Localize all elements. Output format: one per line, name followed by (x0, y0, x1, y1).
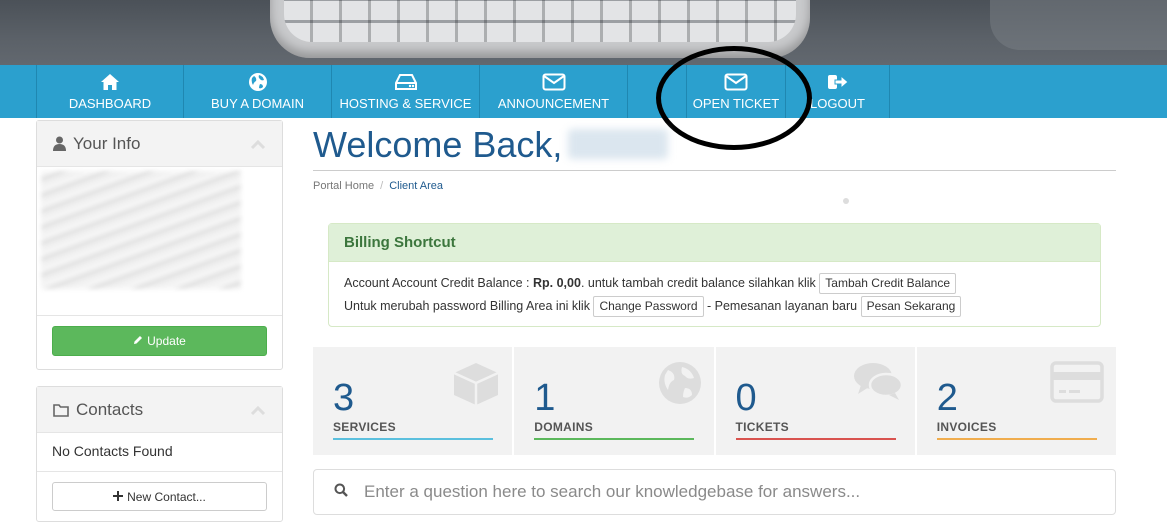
client-details-blurred (41, 171, 241, 289)
panel-title: Your Info (73, 133, 141, 153)
cube-icon (452, 361, 500, 412)
comments-icon (853, 361, 903, 406)
chevron-up-icon[interactable] (250, 405, 266, 415)
your-info-panel: Your Info Update (36, 120, 283, 370)
globe-icon (658, 361, 702, 410)
contacts-header[interactable]: Contacts (37, 387, 282, 433)
change-password-button[interactable]: Change Password (593, 296, 704, 318)
sign-out-icon (827, 71, 849, 93)
your-info-header[interactable]: Your Info (37, 121, 282, 167)
nav-label: LOGOUT (810, 96, 865, 111)
new-contact-button[interactable]: New Contact... (52, 482, 267, 511)
nav-label: ANNOUNCEMENT (497, 96, 610, 111)
add-credit-button[interactable]: Tambah Credit Balance (819, 273, 957, 295)
credit-card-icon (1050, 361, 1104, 408)
main-nav: DASHBOARD BUY A DOMAIN HOSTING & SERVICE… (0, 65, 1167, 118)
nav-label: OPEN TICKET (692, 96, 780, 111)
nav-label: DASHBOARD (68, 96, 152, 111)
stat-bar (333, 438, 493, 440)
folder-icon (53, 403, 69, 417)
search-input[interactable] (364, 482, 1084, 502)
nav-label: HOSTING & SERVICE (339, 96, 472, 111)
update-button[interactable]: Update (52, 326, 267, 356)
stats-tiles: 3 SERVICES 1 DOMAINS 0 TICKETS 2 INVOICE… (313, 347, 1116, 455)
home-icon (100, 71, 120, 93)
contacts-panel: Contacts No Contacts Found New Contact..… (36, 386, 283, 522)
nav-empty-slot[interactable] (628, 65, 687, 118)
hdd-icon (394, 71, 417, 93)
billing-body: Account Account Credit Balance : Rp. 0,0… (329, 262, 1100, 318)
knowledgebase-search (313, 469, 1116, 515)
header-banner (0, 0, 1167, 65)
chevron-up-icon[interactable] (250, 139, 266, 149)
nav-logout[interactable]: LOGOUT (786, 65, 890, 118)
user-icon (53, 136, 66, 151)
stat-domains[interactable]: 1 DOMAINS (514, 347, 716, 455)
stat-invoices[interactable]: 2 INVOICES (916, 347, 1116, 455)
page-title: Welcome Back, (313, 124, 669, 166)
plus-icon (113, 490, 124, 504)
panel-title: Contacts (76, 399, 144, 419)
billing-title: Billing Shortcut (329, 224, 1100, 262)
nav-label: BUY A DOMAIN (211, 96, 304, 111)
nav-buy-domain[interactable]: BUY A DOMAIN (184, 65, 332, 118)
stat-services[interactable]: 3 SERVICES (313, 347, 515, 455)
globe-icon (248, 71, 268, 93)
keyboard-image (270, 0, 810, 58)
client-name-blurred (568, 129, 669, 159)
no-contacts-text: No Contacts Found (52, 443, 173, 459)
pencil-icon (133, 334, 143, 348)
search-icon (334, 483, 348, 502)
nav-dashboard[interactable]: DASHBOARD (37, 65, 184, 118)
credit-balance: Rp. 0,00 (533, 276, 581, 290)
envelope-icon (724, 71, 748, 93)
breadcrumb: Portal Home / Client Area (313, 180, 444, 192)
nav-open-ticket[interactable]: OPEN TICKET (687, 65, 786, 118)
stat-bar (936, 438, 1097, 440)
breadcrumb-home[interactable]: Portal Home (313, 180, 374, 192)
nav-hosting-service[interactable]: HOSTING & SERVICE (332, 65, 480, 118)
stat-bar (534, 438, 695, 440)
stat-tickets[interactable]: 0 TICKETS (715, 347, 917, 455)
stat-bar (735, 438, 896, 440)
billing-shortcut-panel: Billing Shortcut Account Account Credit … (328, 223, 1101, 327)
order-now-button[interactable]: Pesan Sekarang (860, 296, 962, 318)
nav-announcement[interactable]: ANNOUNCEMENT (480, 65, 628, 118)
envelope-icon (542, 71, 566, 93)
breadcrumb-current: Client Area (389, 180, 444, 192)
